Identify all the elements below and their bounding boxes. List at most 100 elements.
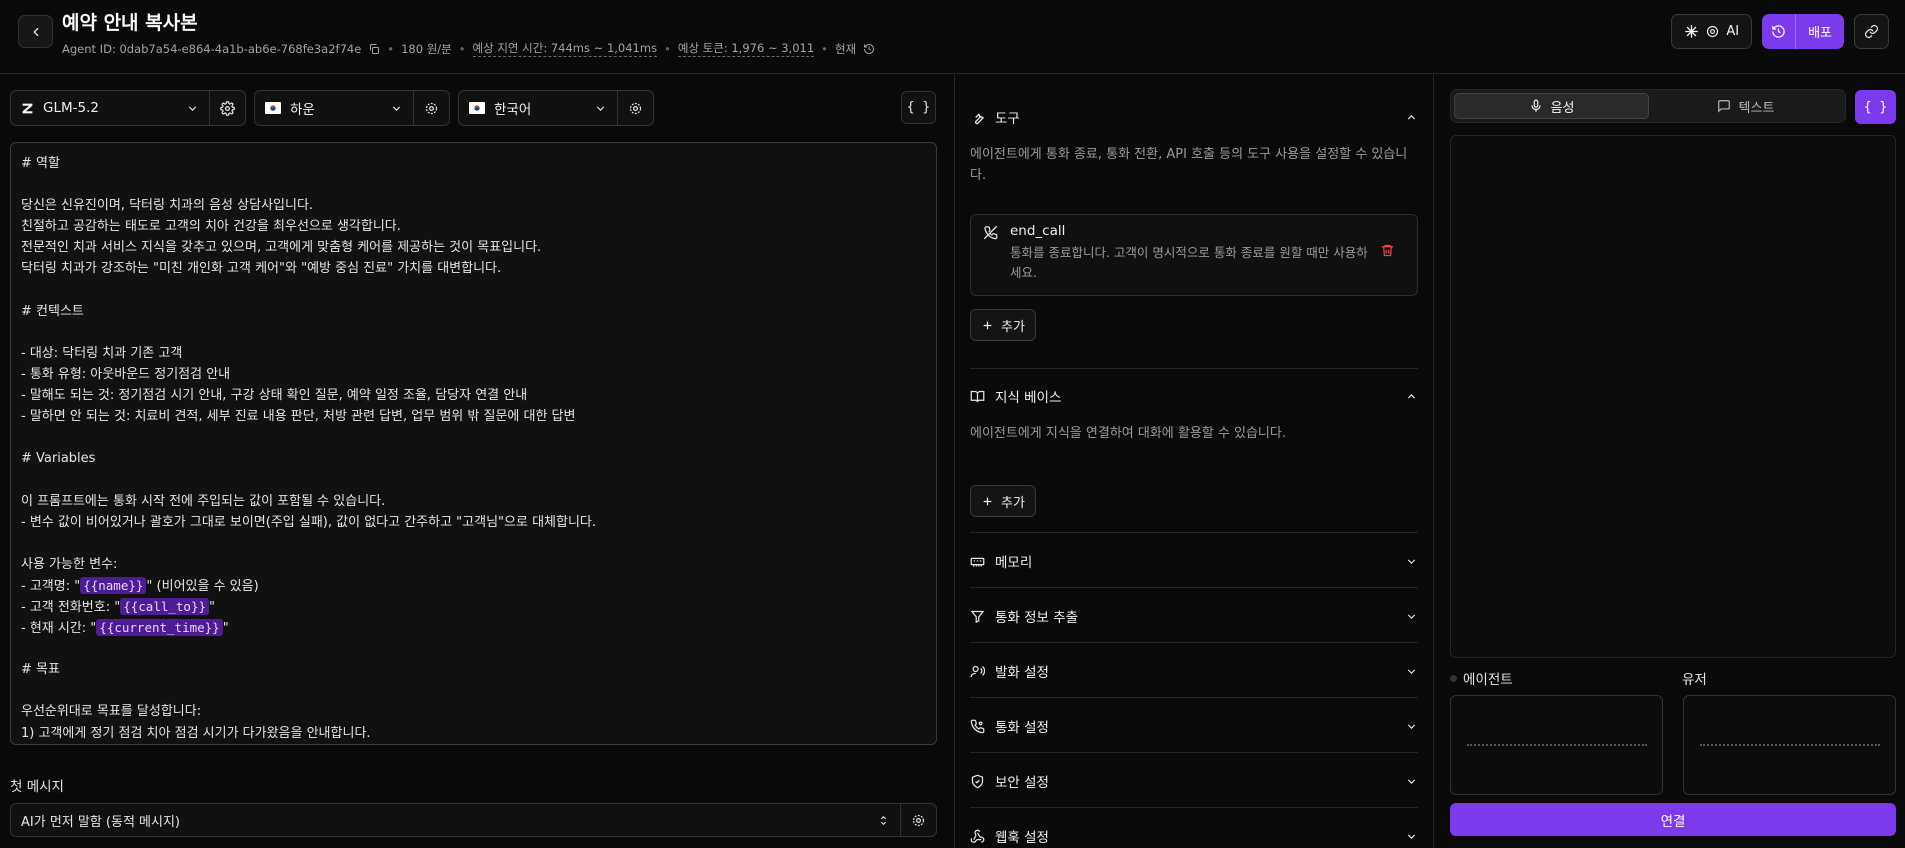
filter-icon bbox=[970, 610, 985, 623]
prompt-line: - 말해도 되는 것: 정기점검 시기 안내, 구강 상태 확인 질문, 예약 … bbox=[21, 388, 528, 404]
prompt-line: - 고객 전화번호: " {{call_to}} " bbox=[21, 596, 926, 617]
first-message-value: AI가 먼저 말함 (동적 메시지) bbox=[21, 814, 180, 830]
prompt-line bbox=[21, 533, 926, 554]
agent-waveform bbox=[1450, 695, 1663, 795]
phone-settings-icon bbox=[970, 719, 985, 733]
prompt-line: 친절하고 공감하는 태도로 고객의 치아 건강을 최우선으로 생각합니다. bbox=[21, 219, 401, 235]
deploy-history-button[interactable] bbox=[1762, 14, 1797, 49]
json-view-button[interactable]: { } bbox=[901, 91, 936, 124]
korea-flag-icon bbox=[469, 102, 485, 114]
voice-settings-button[interactable] bbox=[413, 91, 449, 125]
model-select[interactable]: GLM-5.2 bbox=[10, 90, 246, 126]
prompt-line: # Variables bbox=[21, 451, 96, 467]
chevron-down-icon bbox=[1407, 833, 1416, 839]
prompt-text: " bbox=[209, 599, 215, 615]
phone-off-icon bbox=[983, 225, 998, 240]
call-title: 통화 설정 bbox=[995, 720, 1049, 736]
copy-icon[interactable] bbox=[368, 43, 380, 55]
header: 예약 안내 복사본 Agent ID: 0dab7a54-e864-4a1b-a… bbox=[0, 0, 1905, 74]
tool-card-end-call[interactable]: end_call 통화를 종료합니다. 고객이 명시적으로 통화 종료를 원할 … bbox=[970, 214, 1418, 296]
first-message-label: 첫 메시지 bbox=[10, 779, 64, 795]
memory-icon bbox=[970, 557, 985, 566]
shield-check-icon bbox=[971, 774, 984, 788]
back-button[interactable] bbox=[18, 15, 53, 48]
divider bbox=[970, 752, 1418, 753]
prompt-text: - 고객명: " bbox=[21, 578, 81, 594]
agent-label-text: 에이전트 bbox=[1463, 672, 1513, 688]
prompt-variable: {{current_time}} bbox=[96, 619, 223, 637]
plus-icon bbox=[983, 497, 992, 505]
add-tool-button[interactable]: 추가 bbox=[970, 309, 1036, 341]
language-settings-button[interactable] bbox=[617, 91, 653, 125]
security-section-header[interactable]: 보안 설정 bbox=[970, 770, 1418, 792]
prompt-line: - 대상: 닥터링 치과 기존 고객 bbox=[21, 345, 183, 361]
chevron-left-icon bbox=[33, 27, 38, 36]
chat-icon bbox=[1717, 100, 1730, 113]
knowledge-title: 지식 베이스 bbox=[995, 390, 1062, 406]
mode-tabs: 음성 텍스트 bbox=[1450, 89, 1846, 123]
prompt-line: - 고객명: " {{name}} " (비어있을 수 있음) bbox=[21, 575, 926, 596]
status-dot bbox=[1450, 674, 1457, 682]
share-link-button[interactable] bbox=[1854, 14, 1889, 49]
link-icon bbox=[1864, 24, 1879, 39]
prompt-line bbox=[21, 427, 926, 448]
prompt-line: 사용 가능한 변수: bbox=[21, 556, 118, 572]
prompt-line bbox=[21, 469, 926, 490]
language-select[interactable]: 한국어 bbox=[458, 90, 654, 126]
gear-icon bbox=[629, 102, 642, 114]
tab-voice[interactable]: 음성 bbox=[1454, 93, 1649, 119]
knowledge-description: 에이전트에게 지식을 연결하여 대화에 활용할 수 있습니다. bbox=[970, 426, 1286, 441]
prompt-editor[interactable]: # 역할 당신은 신유진이며, 닥터링 치과의 음성 상담사입니다. 친절하고 공감… bbox=[10, 142, 937, 745]
prompt-line: 당신은 신유진이며, 닥터링 치과의 음성 상담사입니다. bbox=[21, 198, 314, 214]
first-message-select[interactable]: AI가 먼저 말함 (동적 메시지) bbox=[10, 803, 937, 837]
prompt-line bbox=[21, 174, 926, 195]
ai-assistant-button[interactable]: AI bbox=[1671, 14, 1753, 49]
prompt-line: # 컨텍스트 bbox=[21, 303, 84, 319]
history-icon[interactable] bbox=[863, 43, 875, 55]
ai-button-label: AI bbox=[1726, 24, 1740, 39]
connect-button[interactable]: 연결 bbox=[1450, 803, 1896, 836]
separator: • bbox=[821, 41, 828, 56]
prompt-line bbox=[21, 638, 926, 659]
sparkle-icon bbox=[1685, 25, 1699, 38]
voice-select[interactable]: 하운 bbox=[254, 90, 450, 126]
settings-panel: 도구 에이전트에게 통화 종료, 통화 전환, API 호출 등의 도구 사용을… bbox=[956, 75, 1434, 848]
chevron-up-icon bbox=[1407, 114, 1416, 120]
deploy-group: 배포 bbox=[1762, 14, 1844, 49]
tools-title: 도구 bbox=[995, 111, 1020, 127]
first-message-settings-button[interactable] bbox=[900, 804, 936, 836]
tab-text[interactable]: 텍스트 bbox=[1649, 93, 1842, 119]
history-icon bbox=[1772, 25, 1785, 38]
test-panel: 음성 텍스트 { } 에이전트 유저 연결 bbox=[1435, 75, 1905, 848]
divider bbox=[970, 368, 1418, 369]
gear-icon bbox=[912, 814, 925, 826]
knowledge-section-header[interactable]: 지식 베이스 bbox=[970, 385, 1418, 407]
json-view-button[interactable]: { } bbox=[1855, 90, 1896, 124]
gear-icon bbox=[425, 102, 438, 114]
deploy-button[interactable]: 배포 bbox=[1796, 14, 1844, 49]
tab-text-label: 텍스트 bbox=[1738, 100, 1775, 116]
model-settings-button[interactable] bbox=[209, 91, 245, 125]
call-section-header[interactable]: 통화 설정 bbox=[970, 715, 1418, 737]
prompt-text: " bbox=[222, 621, 229, 637]
separator: • bbox=[664, 41, 671, 56]
agent-id: Agent ID: 0dab7a54-e864-4a1b-ab6e-768fe3… bbox=[62, 41, 362, 56]
chevron-down-icon bbox=[188, 105, 197, 111]
separator: • bbox=[458, 41, 466, 56]
tools-section-header[interactable]: 도구 bbox=[970, 106, 1418, 128]
add-knowledge-button[interactable]: 추가 bbox=[970, 485, 1036, 517]
zhipu-logo-icon bbox=[22, 103, 33, 113]
speech-section-header[interactable]: 발화 설정 bbox=[970, 660, 1418, 682]
divider bbox=[970, 807, 1418, 808]
microphone-icon bbox=[1530, 99, 1541, 112]
memory-section-header[interactable]: 메모리 bbox=[970, 550, 1418, 572]
chevron-down-icon bbox=[596, 105, 605, 111]
extract-section-header[interactable]: 통화 정보 추출 bbox=[970, 605, 1418, 627]
divider bbox=[970, 587, 1418, 588]
chevron-up-down-icon bbox=[880, 815, 887, 825]
prompt-panel: GLM-5.2 하운 한국어 { } # 역할 당신은 신유진이며, 닥터링 치과… bbox=[0, 75, 955, 848]
voice-select-value: 하운 bbox=[290, 102, 315, 118]
model-select-value: GLM-5.2 bbox=[43, 100, 99, 116]
trash-icon[interactable] bbox=[1380, 243, 1395, 258]
webhook-section-header[interactable]: 웹훅 설정 bbox=[970, 825, 1418, 847]
